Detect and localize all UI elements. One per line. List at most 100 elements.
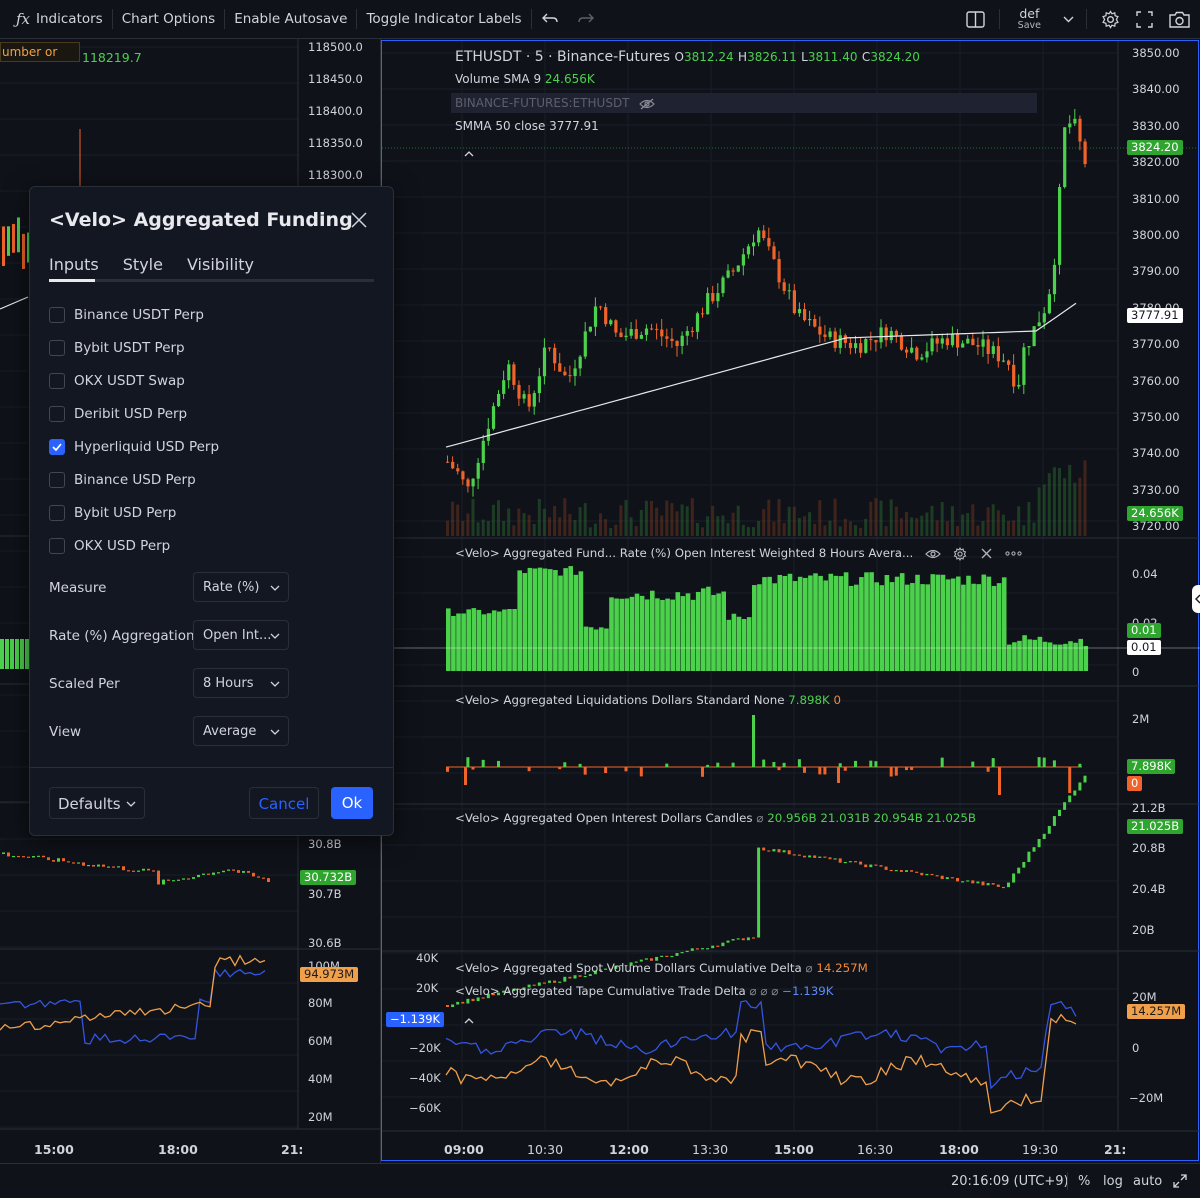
smma-line: [445, 302, 1077, 448]
liquidation-bar: [869, 760, 873, 767]
chevron-down-icon: [270, 717, 280, 747]
settings-button[interactable]: [1087, 9, 1128, 29]
dialog-close-button[interactable]: [351, 212, 367, 232]
layout-button[interactable]: [952, 10, 999, 28]
log-toggle[interactable]: log: [1103, 1174, 1123, 1189]
measure-select[interactable]: Rate (%): [193, 572, 289, 602]
defaults-button[interactable]: Defaults: [49, 787, 145, 819]
rate-aggregation-select[interactable]: Open Int...: [193, 620, 289, 650]
cvd-legend-2[interactable]: <Velo> Aggregated Tape Cumulative Trade …: [455, 984, 833, 998]
volume-bar: [920, 515, 924, 536]
candle-body: [945, 338, 949, 346]
checkbox[interactable]: [49, 472, 65, 488]
volume-bar: [956, 525, 959, 536]
volume-bar: [925, 512, 929, 536]
checkbox[interactable]: [49, 307, 65, 323]
volume-bar: [1027, 501, 1031, 536]
undo-button[interactable]: [532, 12, 568, 26]
checkbox-okx-usd-perp[interactable]: OKX USD Perp: [49, 538, 170, 554]
checkbox-hyperliquid-usd-perp[interactable]: Hyperliquid USD Perp: [49, 439, 219, 455]
eye-icon[interactable]: [925, 548, 941, 560]
auto-toggle[interactable]: auto: [1133, 1174, 1162, 1189]
oi-candle: [706, 948, 710, 950]
checkbox-bybit-usdt-perp[interactable]: Bybit USDT Perp: [49, 340, 185, 356]
funding-legend[interactable]: <Velo> Aggregated Fund... Rate (%) Open …: [455, 546, 1022, 561]
checkbox-bybit-usd-perp[interactable]: Bybit USD Perp: [49, 505, 176, 521]
liquidation-bar: [446, 767, 449, 772]
screenshot-button[interactable]: [1161, 11, 1200, 28]
source-badge[interactable]: BINANCE-FUTURES:ETHUSDT: [451, 93, 1037, 113]
view-select[interactable]: Average: [193, 716, 289, 746]
volume-legend[interactable]: Volume SMA 9 24.656K: [455, 72, 595, 86]
redo-button[interactable]: [568, 12, 604, 26]
chevron-down-icon: [270, 573, 280, 603]
cvd-legend-1[interactable]: <Velo> Aggregated Spot Volume Dollars Cu…: [455, 961, 868, 975]
oi-candle: [675, 953, 679, 956]
candle-body: [884, 327, 888, 341]
oi-candle: [869, 864, 873, 868]
collapse-cvd-legend-button[interactable]: [464, 1009, 474, 1028]
checkbox-checked[interactable]: [49, 439, 65, 455]
indicators-button[interactable]: ƒx Indicators: [0, 10, 112, 28]
tab-style[interactable]: Style: [123, 255, 163, 274]
clock[interactable]: 20:16:09 (UTC+9): [951, 1174, 1069, 1189]
liquidations-legend[interactable]: <Velo> Aggregated Liquidations Dollars S…: [455, 693, 841, 707]
defaults-label: Defaults: [58, 795, 121, 813]
oi-candle: [746, 937, 750, 941]
ok-button[interactable]: Ok: [331, 787, 373, 819]
funding-bar: [854, 584, 859, 671]
candle-body: [695, 313, 700, 332]
oi-candle: [192, 877, 195, 879]
candle-body: [1052, 264, 1057, 295]
eye-hidden-icon[interactable]: [639, 98, 656, 110]
toggle-indicator-labels-button[interactable]: Toggle Indicator Labels: [357, 11, 530, 27]
tab-inputs[interactable]: Inputs: [49, 255, 99, 274]
volume-bar: [507, 508, 511, 536]
checkbox[interactable]: [49, 505, 65, 521]
funding-bar: [833, 575, 839, 671]
oi-legend[interactable]: <Velo> Aggregated Open Interest Dollars …: [455, 811, 976, 825]
gear-icon[interactable]: [953, 546, 967, 561]
symbol-legend[interactable]: ETHUSDT · 5 · Binance-Futures O3812.24 H…: [455, 49, 920, 65]
close-icon[interactable]: [981, 548, 992, 559]
volume-bar: [894, 506, 898, 536]
smma-legend[interactable]: SMMA 50 close 3777.91: [455, 119, 599, 133]
volume-bar: [828, 520, 832, 536]
layout-menu-button[interactable]: [1051, 16, 1086, 23]
volume-bar: [690, 498, 694, 536]
checkbox-binance-usdt-perp[interactable]: Binance USDT Perp: [49, 307, 204, 323]
checkbox[interactable]: [49, 340, 65, 356]
liquidation-bar: [665, 763, 669, 767]
scaled-per-select[interactable]: 8 Hours: [193, 668, 289, 698]
more-icon[interactable]: [1005, 551, 1022, 556]
checkbox[interactable]: [49, 538, 65, 554]
resize-handle[interactable]: [1173, 1174, 1187, 1192]
checkbox[interactable]: [49, 406, 65, 422]
left-delta-label: 80M: [308, 996, 333, 1010]
main-chart[interactable]: ETHUSDT · 5 · Binance-Futures O3812.24 H…: [381, 40, 1200, 1161]
side-collapse-button[interactable]: [1192, 585, 1200, 613]
funding-bar: [996, 583, 1002, 671]
checkbox-binance-usd-perp[interactable]: Binance USD Perp: [49, 472, 196, 488]
enable-autosave-button[interactable]: Enable Autosave: [225, 11, 356, 27]
tape-delta-line: [445, 1000, 1077, 1090]
funding-bar: [471, 608, 477, 671]
percent-toggle[interactable]: %: [1078, 1174, 1090, 1189]
number-input[interactable]: Number or: [0, 42, 80, 62]
checkbox-deribit-usd-perp[interactable]: Deribit USD Perp: [49, 406, 187, 422]
collapse-legend-button[interactable]: [464, 142, 474, 161]
candle-body: [813, 318, 817, 327]
fullscreen-button[interactable]: [1128, 10, 1161, 28]
redo-icon: [577, 13, 594, 23]
checkbox[interactable]: [49, 373, 65, 389]
cancel-button[interactable]: Cancel: [249, 787, 319, 819]
liquidations-value-green: 7.898K: [788, 693, 830, 707]
tab-visibility[interactable]: Visibility: [187, 255, 254, 274]
oi-candle: [685, 950, 689, 953]
liquidation-bar: [471, 767, 475, 770]
left-price-label: 118300.0: [308, 168, 363, 182]
layout-save-button[interactable]: def Save: [1000, 7, 1051, 31]
checkbox-okx-usdt-swap[interactable]: OKX USDT Swap: [49, 373, 185, 389]
candle-body: [1063, 127, 1067, 188]
chart-options-button[interactable]: Chart Options: [113, 11, 224, 27]
